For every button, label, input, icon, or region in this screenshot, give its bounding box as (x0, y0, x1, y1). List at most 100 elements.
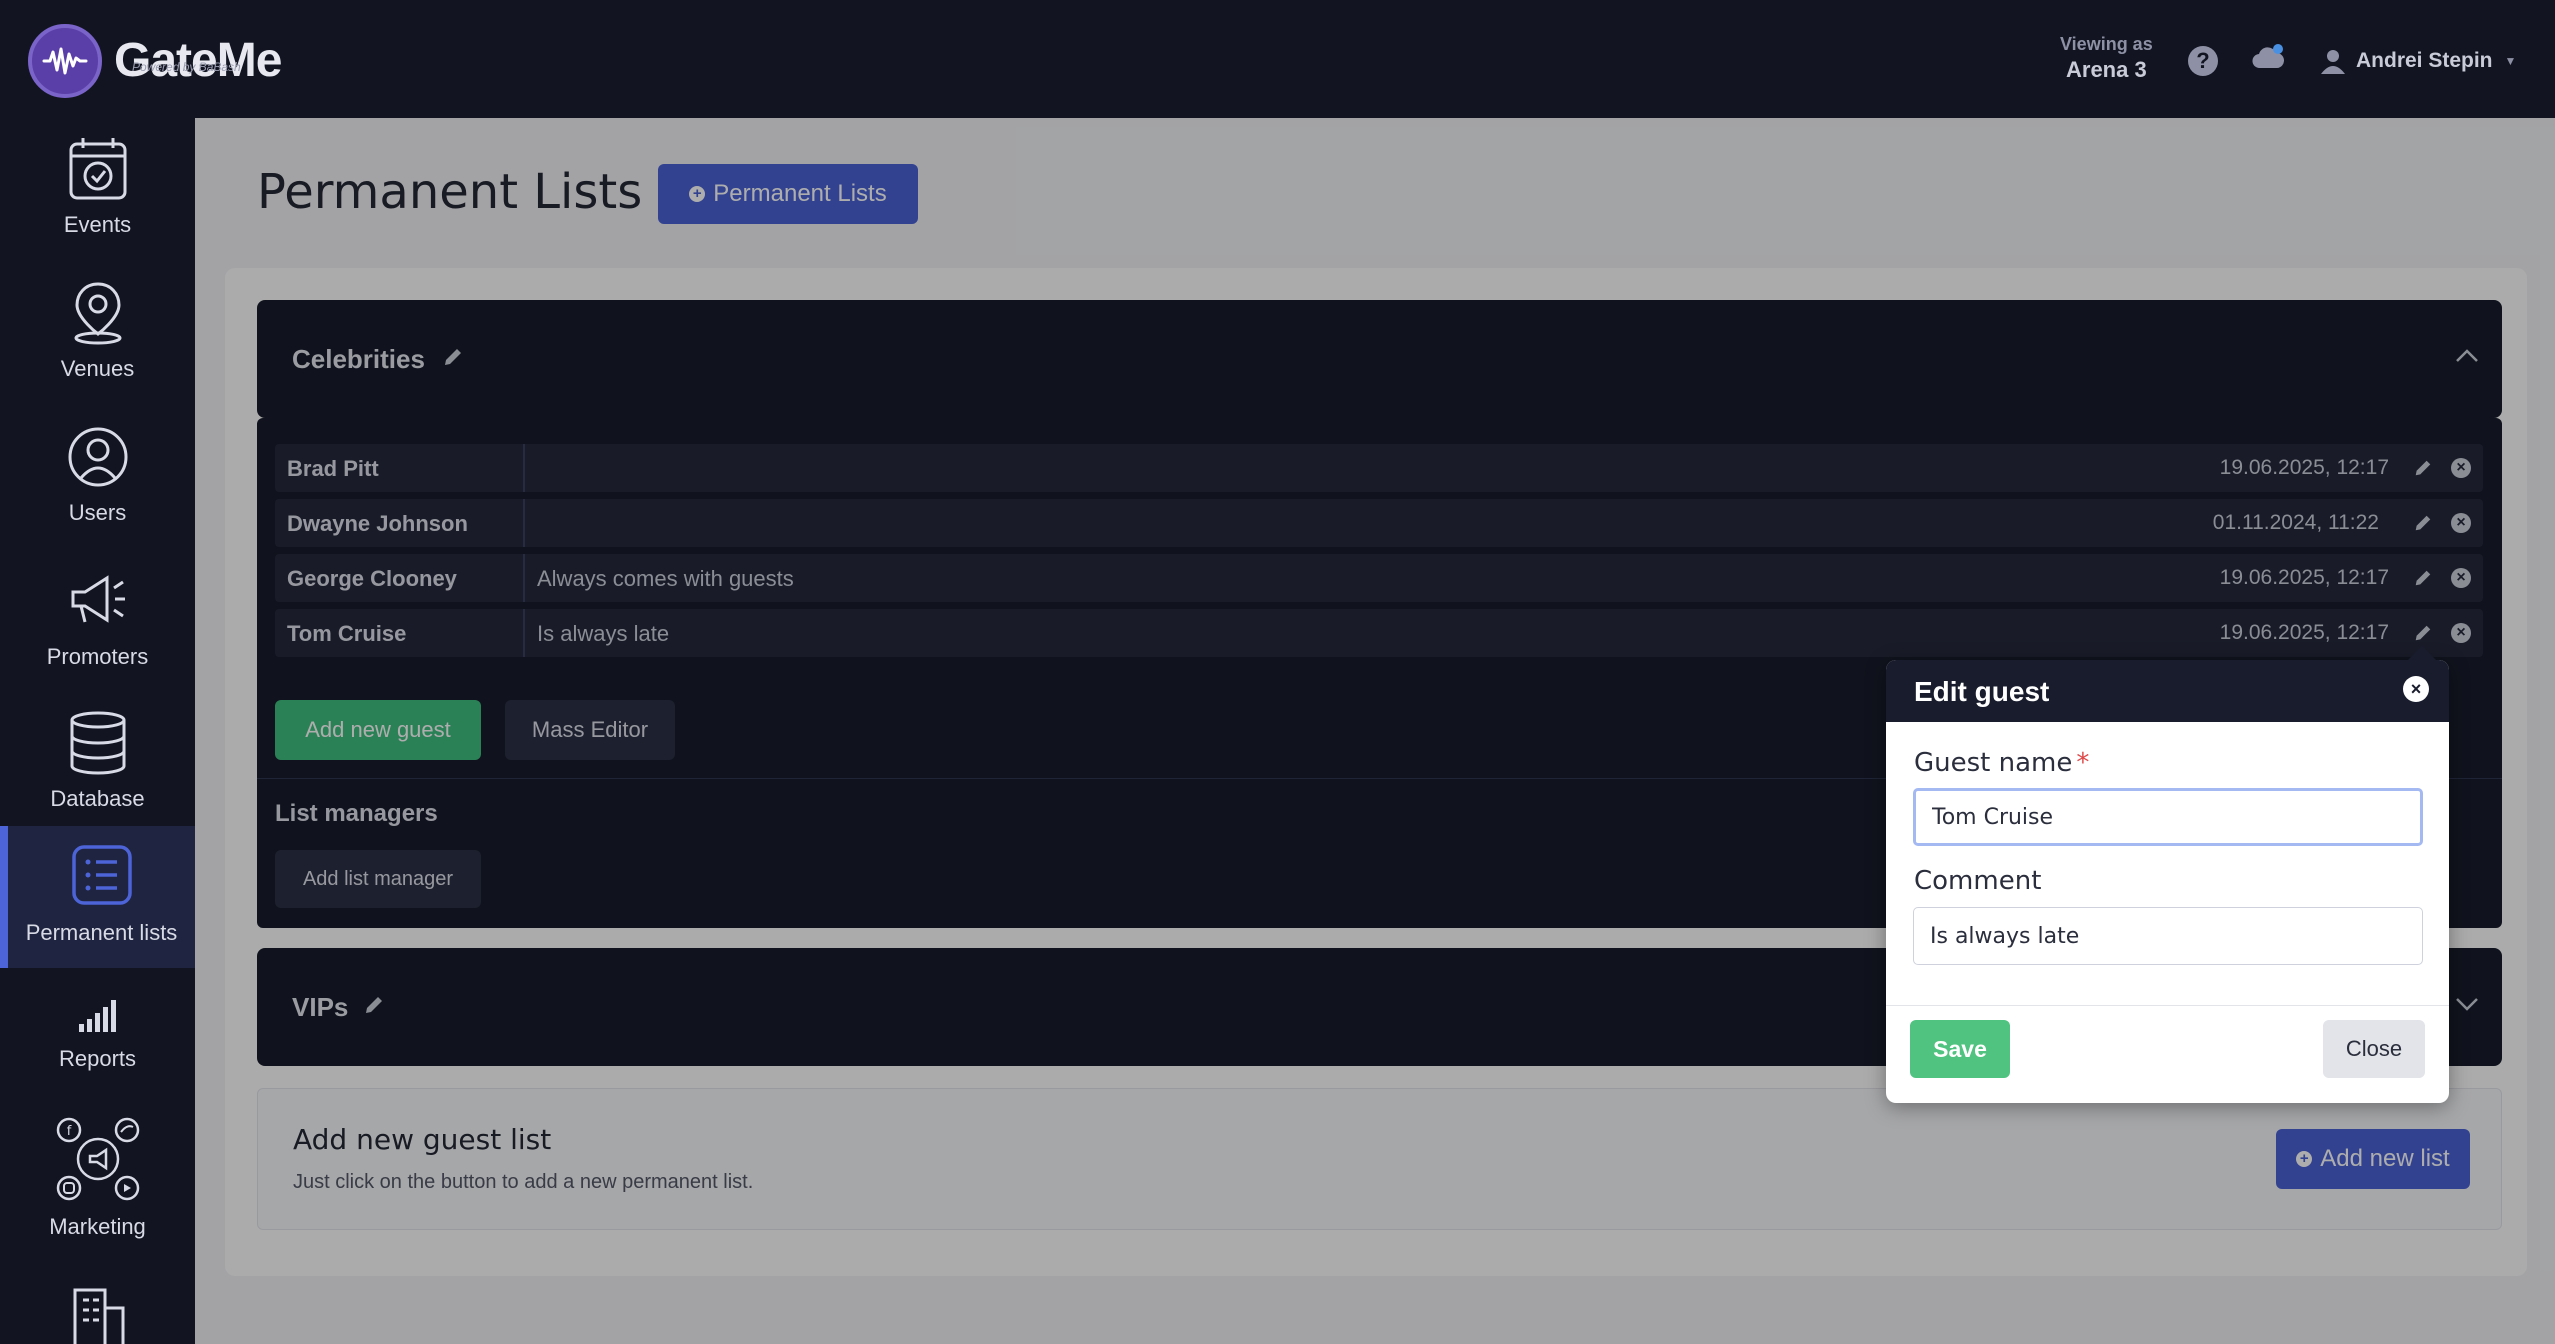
delete-x-icon[interactable]: × (2451, 513, 2471, 533)
button-label: Permanent Lists (713, 180, 887, 207)
sidebar-item-label: Venues (60, 356, 135, 381)
guest-date: 19.06.2025, 12:17 (2219, 621, 2389, 644)
user-circle-icon (68, 427, 127, 487)
sidebar: Events Venues Users Promoters Database P… (0, 118, 195, 1344)
list-name: VIPs (292, 992, 349, 1022)
divider (523, 444, 525, 492)
chevron-down-icon: ▼ (2504, 54, 2517, 68)
divider (523, 609, 525, 657)
add-list-subtitle: Just click on the button to add a new pe… (293, 1171, 754, 1193)
add-new-list-button[interactable]: + Add new list (2276, 1129, 2470, 1189)
table-row: Brad Pitt 19.06.2025, 12:17 × (275, 444, 2483, 492)
guest-comment: Is always late (537, 621, 670, 646)
sidebar-item-venues[interactable]: Venues (0, 280, 195, 382)
table-row: George Clooney Always comes with guests … (275, 554, 2483, 602)
user-name: Andrei Stepin (2356, 49, 2493, 72)
viewing-label: Viewing as (2060, 34, 2153, 54)
divider (1886, 1005, 2449, 1006)
bar-chart-icon (78, 1000, 116, 1032)
guest-name-field[interactable] (1913, 788, 2423, 846)
social-icon: f (56, 1117, 139, 1201)
dialog-title: Edit guest (1914, 676, 2050, 707)
sidebar-item-label: Promoters (46, 644, 149, 669)
popover-arrow (2408, 646, 2436, 660)
edit-guest-dialog: Edit guest × Guest name* Comment Save Cl… (1886, 660, 2449, 1103)
add-permanent-list-button[interactable]: + Permanent Lists (658, 164, 918, 224)
add-list-manager-button[interactable]: Add list manager (275, 850, 481, 908)
guest-name: Tom Cruise (287, 621, 407, 646)
edit-pencil-icon[interactable] (2413, 623, 2433, 648)
calendar-icon (69, 138, 126, 200)
mass-editor-button[interactable]: Mass Editor (505, 700, 675, 760)
chevron-up-icon[interactable] (2454, 348, 2480, 369)
sidebar-item-permanent-lists[interactable]: Permanent lists (0, 826, 195, 968)
add-new-list-panel: Add new guest list Just click on the but… (257, 1088, 2502, 1230)
logo-subtext: Powered by BaBash (132, 60, 241, 74)
add-list-title: Add new guest list (293, 1123, 552, 1156)
sidebar-item-label: Database (50, 786, 145, 811)
table-row: Tom Cruise Is always late 19.06.2025, 12… (275, 609, 2483, 657)
chevron-down-icon[interactable] (2454, 996, 2480, 1017)
logo-wave-icon (28, 24, 102, 98)
database-icon (70, 711, 125, 775)
user-menu[interactable]: Andrei Stepin ▼ (2320, 48, 2516, 74)
viewing-as[interactable]: Viewing as Arena 3 (2060, 34, 2153, 83)
viewing-venue: Arena 3 (2066, 57, 2147, 82)
button-label: Add new list (2320, 1145, 2450, 1172)
comment-field[interactable] (1913, 907, 2423, 965)
divider (523, 554, 525, 602)
list-managers-title: List managers (275, 800, 438, 827)
sidebar-item-label: Reports (58, 1046, 137, 1071)
comment-label: Comment (1914, 866, 2042, 896)
edit-list-pencil-icon[interactable] (442, 346, 464, 373)
plus-circle-icon: + (689, 186, 706, 202)
edit-pencil-icon[interactable] (2413, 513, 2433, 538)
divider (523, 499, 525, 547)
list-icon (71, 845, 132, 905)
plus-circle-icon: + (2296, 1151, 2313, 1167)
page-title: Permanent Lists (257, 164, 643, 220)
guest-name: Dwayne Johnson (287, 511, 468, 536)
edit-pencil-icon[interactable] (2413, 568, 2433, 593)
guest-name: George Clooney (287, 566, 457, 591)
sidebar-item-promoters[interactable]: Promoters (0, 568, 195, 670)
sidebar-item-users[interactable]: Users (0, 424, 195, 526)
edit-pencil-icon[interactable] (2413, 458, 2433, 483)
help-icon[interactable]: ? (2188, 46, 2218, 76)
guest-name-label: Guest name * (1914, 748, 2090, 778)
dialog-header: Edit guest × (1886, 660, 2449, 722)
sidebar-item-database[interactable]: Database (0, 710, 195, 812)
svg-text:f: f (66, 1124, 71, 1139)
top-bar: GateMe Powered by BaBash Viewing as Aren… (0, 0, 2555, 118)
list-header-celebrities[interactable]: Celebrities (257, 300, 2502, 418)
map-pin-icon (74, 282, 121, 345)
sidebar-item-label: Events (63, 212, 132, 237)
close-icon[interactable]: × (2403, 676, 2429, 702)
user-icon (2321, 50, 2345, 74)
delete-x-icon[interactable]: × (2451, 568, 2471, 588)
add-new-guest-button[interactable]: Add new guest (275, 700, 481, 760)
sidebar-item-label: Permanent lists (25, 920, 178, 945)
guest-name: Brad Pitt (287, 456, 379, 481)
delete-x-icon[interactable]: × (2451, 458, 2471, 478)
guest-date: 01.11.2024, 11:22 (2212, 511, 2379, 534)
sidebar-item-label: Users (68, 500, 127, 525)
building-icon (73, 1288, 124, 1344)
megaphone-icon (71, 575, 125, 623)
sidebar-item-more[interactable] (0, 1286, 195, 1344)
required-marker: * (2076, 748, 2090, 778)
guest-date: 19.06.2025, 12:17 (2219, 566, 2389, 589)
sidebar-item-reports[interactable]: Reports (0, 996, 195, 1072)
edit-list-pencil-icon[interactable] (363, 994, 385, 1021)
guest-comment: Always comes with guests (537, 566, 794, 591)
table-row: Dwayne Johnson 01.11.2024, 11:22 × (275, 499, 2483, 547)
list-name: Celebrities (292, 344, 425, 374)
delete-x-icon[interactable]: × (2451, 623, 2471, 643)
save-button[interactable]: Save (1910, 1020, 2010, 1078)
guest-date: 19.06.2025, 12:17 (2219, 456, 2389, 479)
sidebar-item-marketing[interactable]: f Marketing (0, 1114, 195, 1240)
notifications-cloud-icon[interactable] (2252, 44, 2285, 75)
sidebar-item-label: Marketing (49, 1214, 146, 1239)
sidebar-item-events[interactable]: Events (0, 136, 195, 238)
close-button[interactable]: Close (2323, 1020, 2425, 1078)
